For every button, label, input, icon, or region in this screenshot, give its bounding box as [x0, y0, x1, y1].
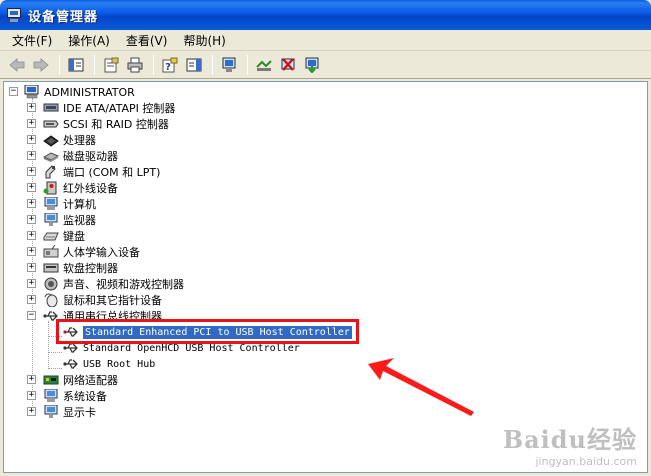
watermark-url: jingyan.baidu.com — [535, 455, 637, 468]
watermark: Baidu经验 jingyan.baidu.com — [503, 420, 637, 468]
watermark-logo: Baidu经验 — [502, 425, 637, 454]
red-arrow-icon — [368, 358, 474, 416]
annotation-arrow — [368, 358, 474, 416]
